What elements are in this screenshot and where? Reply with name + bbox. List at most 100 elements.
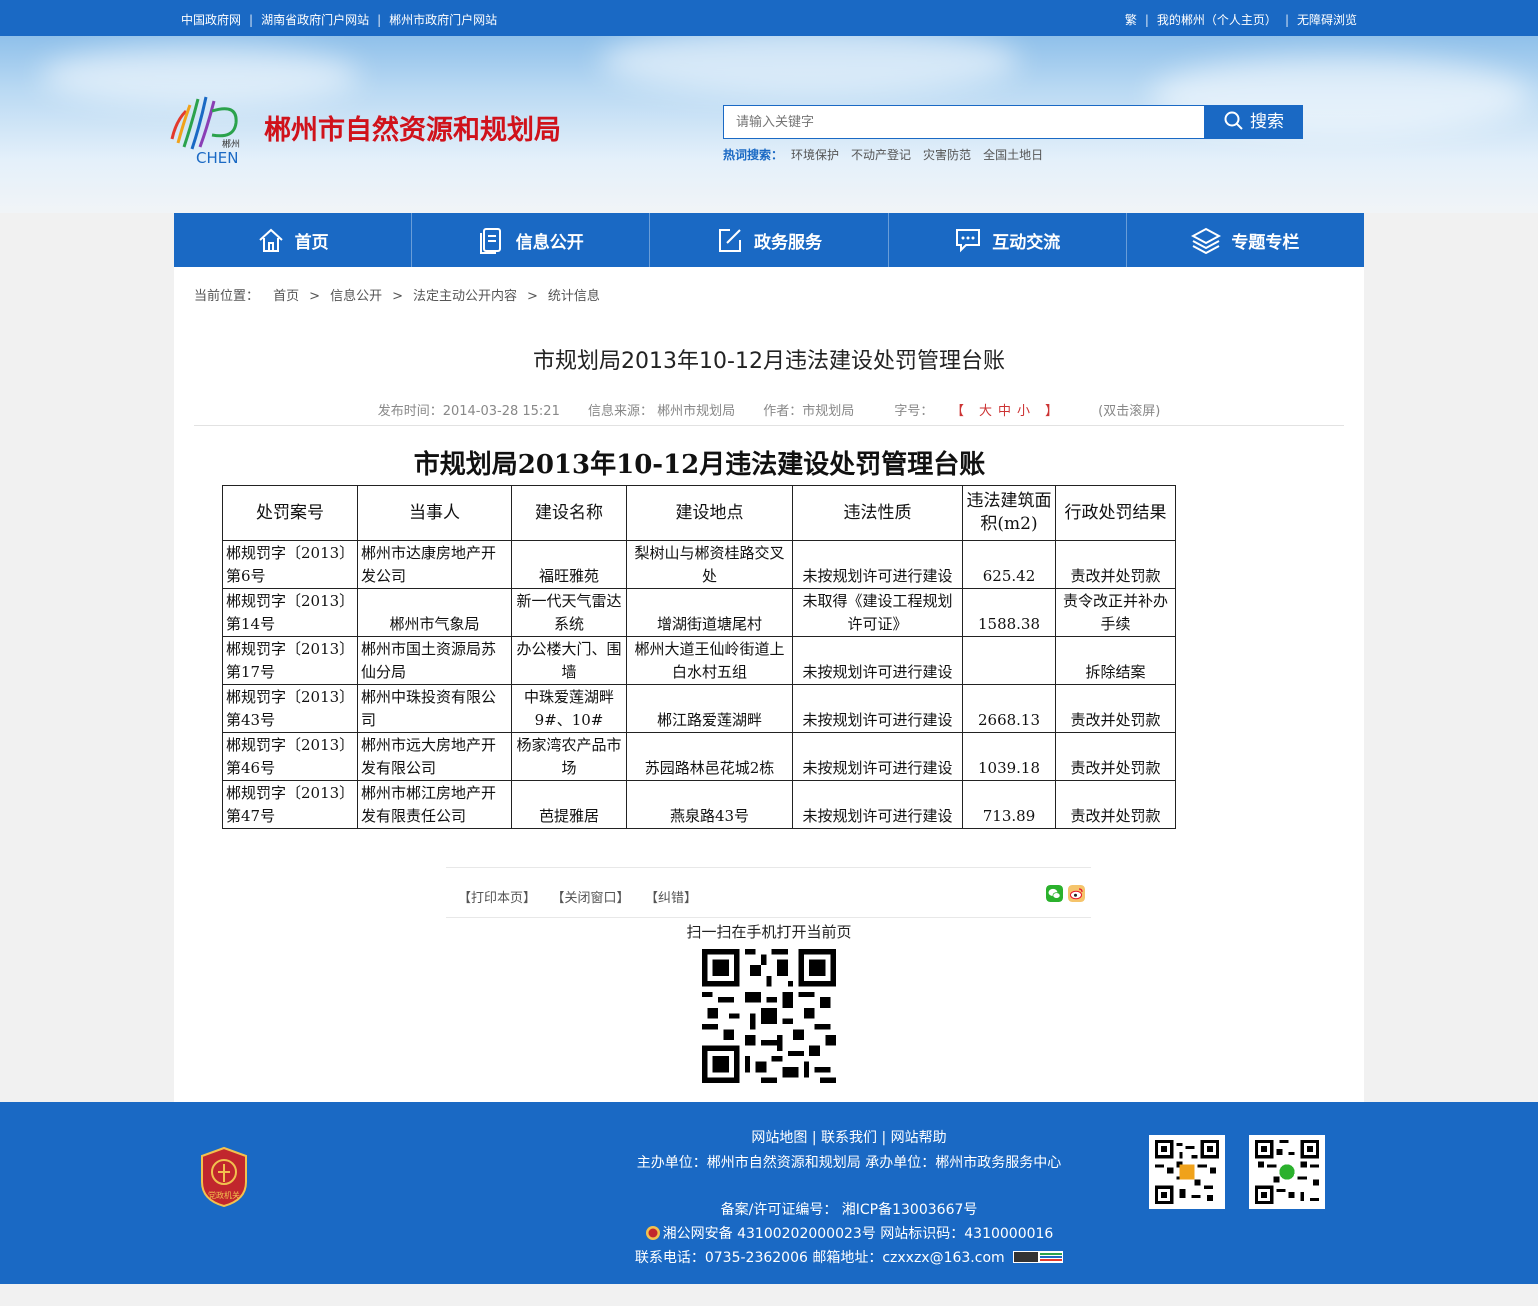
weibo-share-icon[interactable] (1068, 885, 1085, 902)
nav-special-topics[interactable]: 专题专栏 (1127, 213, 1364, 267)
table-row: 郴规罚字〔2013〕第6号 郴州市达康房地产开发公司 福旺雅苑 梨树山与郴资桂路… (222, 540, 1176, 589)
qr-code-icon (1155, 1140, 1219, 1204)
link-hunan-gov[interactable]: 湖南省政府门户网站 (261, 13, 369, 27)
contact-link[interactable]: 联系我们 (821, 1130, 877, 1146)
publish-time: 发布时间：2014-03-28 15:21 (377, 404, 560, 419)
sitemap-link[interactable]: 网站地图 (751, 1130, 807, 1146)
link-my-chenzhou[interactable]: 我的郴州（个人主页） (1157, 13, 1277, 27)
column-header: 违法建筑面积(m2) (962, 485, 1056, 541)
nav-home[interactable]: 首页 (174, 213, 413, 267)
document-icon (479, 228, 501, 254)
table-row: 郴规罚字〔2013〕第14号 郴州市气象局 新一代天气雷达系统 增湖街道塘尾村 … (222, 588, 1176, 637)
link-gov-cn[interactable]: 中国政府网 (181, 13, 241, 27)
hotword-link[interactable]: 全国土地日 (983, 148, 1043, 162)
column-header: 行政处罚结果 (1055, 485, 1176, 541)
layers-icon (1191, 227, 1222, 254)
page-qr-code (702, 949, 836, 1083)
hotwords-label: 热词搜索： (723, 148, 784, 162)
footer-icp[interactable]: 备案/许可证编号： 湘ICP备13003667号 (620, 1199, 1078, 1219)
footer-sponsor: 主办单位：郴州市自然资源和规划局 承办单位：郴州市政务服务中心 (636, 1155, 1062, 1171)
font-size-small[interactable]: 小 (1017, 404, 1030, 419)
top-links-left: 中国政府网 | 湖南省政府门户网站 | 郴州市政府门户网站 (181, 11, 497, 28)
police-badge-icon (645, 1226, 660, 1240)
footer-contact: 联系电话：0735-2362006 邮箱地址：czxxzx@163.com (620, 1247, 1078, 1267)
footer-police-record: 湘公网安备 43100202000023号 网站标识码：4310000016 (620, 1223, 1078, 1243)
print-link[interactable]: 【打印本页】 (458, 891, 536, 906)
close-window-link[interactable]: 【关闭窗口】 (558, 891, 630, 906)
party-gov-emblem[interactable]: 党政机关 (198, 1146, 250, 1208)
link-traditional[interactable]: 繁 (1125, 13, 1137, 27)
table-cell: 未按规划许可进行建设 (792, 684, 963, 733)
table-cell: 燕泉路43号 (626, 780, 793, 829)
table-cell: 福旺雅苑 (511, 540, 627, 589)
table-cell: 郴州市气象局 (357, 588, 512, 637)
table-cell: 713.89 (962, 780, 1056, 829)
nav-gov-service[interactable]: 政务服务 (650, 213, 889, 267)
link-chenzhou-gov[interactable]: 郴州市政府门户网站 (389, 13, 497, 27)
table-cell: 郴规罚字〔2013〕第17号 (222, 636, 358, 685)
breadcrumb-info[interactable]: 信息公开 (330, 289, 382, 304)
header-banner: 郴州 CHEN 郴州市自然资源和规划局 搜索 热词搜索： 环境保护不动产登记灾害防… (0, 36, 1538, 213)
table-cell: 郴规罚字〔2013〕第47号 (222, 780, 358, 829)
hotword-link[interactable]: 灾害防范 (923, 148, 971, 162)
separator: | (249, 13, 254, 27)
wechat-share-icon[interactable] (1046, 885, 1063, 902)
breadcrumb-stats[interactable]: 统计信息 (548, 289, 600, 304)
table-cell: 郴规罚字〔2013〕第46号 (222, 732, 358, 781)
breadcrumb-separator: > (309, 289, 321, 304)
table-cell: 新一代天气雷达系统 (511, 588, 627, 637)
cnzz-badge-icon[interactable] (1013, 1251, 1064, 1263)
report-error-link[interactable]: 【纠错】 (652, 891, 698, 906)
logo-text: CHEN (196, 149, 238, 165)
help-link[interactable]: 网站帮助 (891, 1130, 947, 1146)
column-header: 建设名称 (511, 485, 627, 541)
hotword-link[interactable]: 环境保护 (791, 148, 839, 162)
table-cell: 郴州市达康房地产开发公司 (357, 540, 512, 589)
nav-info-public[interactable]: 信息公开 (412, 213, 651, 267)
table-cell: 郴州市国土资源局苏仙分局 (357, 636, 512, 685)
breadcrumb-separator: > (392, 289, 403, 304)
site-title[interactable]: 郴州市自然资源和规划局 (264, 108, 561, 147)
tool-links: 【打印本页】 【关闭窗口】 【纠错】 (458, 887, 719, 906)
home-icon (258, 228, 283, 252)
nav-label: 信息公开 (515, 232, 584, 253)
scan-qr-text: 扫一扫在手机打开当前页 (686, 923, 852, 941)
separator: | (1144, 13, 1149, 27)
font-size-large[interactable]: 大 (979, 404, 992, 419)
search-input[interactable] (723, 105, 1205, 139)
author: 作者：市规划局 (763, 404, 855, 419)
footer-links: 网站地图 | 联系我们 | 网站帮助 (751, 1130, 947, 1146)
table-cell: 办公楼大门、围墙 (511, 636, 627, 685)
link-accessibility[interactable]: 无障碍浏览 (1297, 13, 1357, 27)
breadcrumb-home[interactable]: 首页 (273, 289, 299, 304)
dblclick-scroll[interactable]: (双击滚屏) (1098, 404, 1160, 419)
hotword-link[interactable]: 不动产登记 (851, 148, 911, 162)
nav-interaction[interactable]: 互动交流 (889, 213, 1127, 267)
table-cell: 责改并处罚款 (1055, 684, 1176, 733)
table-cell: 1588.38 (962, 588, 1056, 637)
table-cell: 郴州市远大房地产开发有限公司 (357, 732, 512, 781)
separator: | (377, 13, 382, 27)
chenzhou-logo[interactable]: 郴州 CHEN (166, 91, 250, 165)
table-cell: 未按规划许可进行建设 (792, 636, 963, 685)
search-icon (1224, 111, 1243, 130)
penalty-ledger-table: 处罚案号 当事人 建设名称 建设地点 违法性质 违法建筑面积(m2) 行政处罚结… (222, 485, 1176, 829)
table-cell: 责改并处罚款 (1055, 780, 1176, 829)
table-cell: 苏园路林邑花城2栋 (626, 732, 793, 781)
footer-qr-code-app (1149, 1135, 1225, 1209)
document-title: 市规划局2013年10-12月违法建设处罚管理台账 (413, 450, 986, 480)
search-button[interactable]: 搜索 (1205, 105, 1303, 139)
table-cell: 郴规罚字〔2013〕第14号 (222, 588, 358, 637)
edit-icon (719, 229, 741, 252)
table-cell: 芭提雅居 (511, 780, 627, 829)
table-cell: 郴规罚字〔2013〕第43号 (222, 684, 358, 733)
search-button-label: 搜索 (1250, 112, 1284, 132)
table-cell: 625.42 (962, 540, 1056, 589)
font-size-medium[interactable]: 中 (998, 404, 1011, 419)
breadcrumb-separator: > (527, 289, 538, 304)
table-cell: 2668.13 (962, 684, 1056, 733)
separator: | (1284, 13, 1289, 27)
breadcrumb-legal[interactable]: 法定主动公开内容 (413, 289, 517, 304)
table-row: 郴规罚字〔2013〕第43号 郴州中珠投资有限公司 中珠爱莲湖畔9#、10# 郴… (222, 684, 1176, 733)
content-panel: 当前位置： 首页 > 信息公开 > 法定主动公开内容 > 统计信息 市规划局2013年10-… (174, 267, 1364, 1102)
